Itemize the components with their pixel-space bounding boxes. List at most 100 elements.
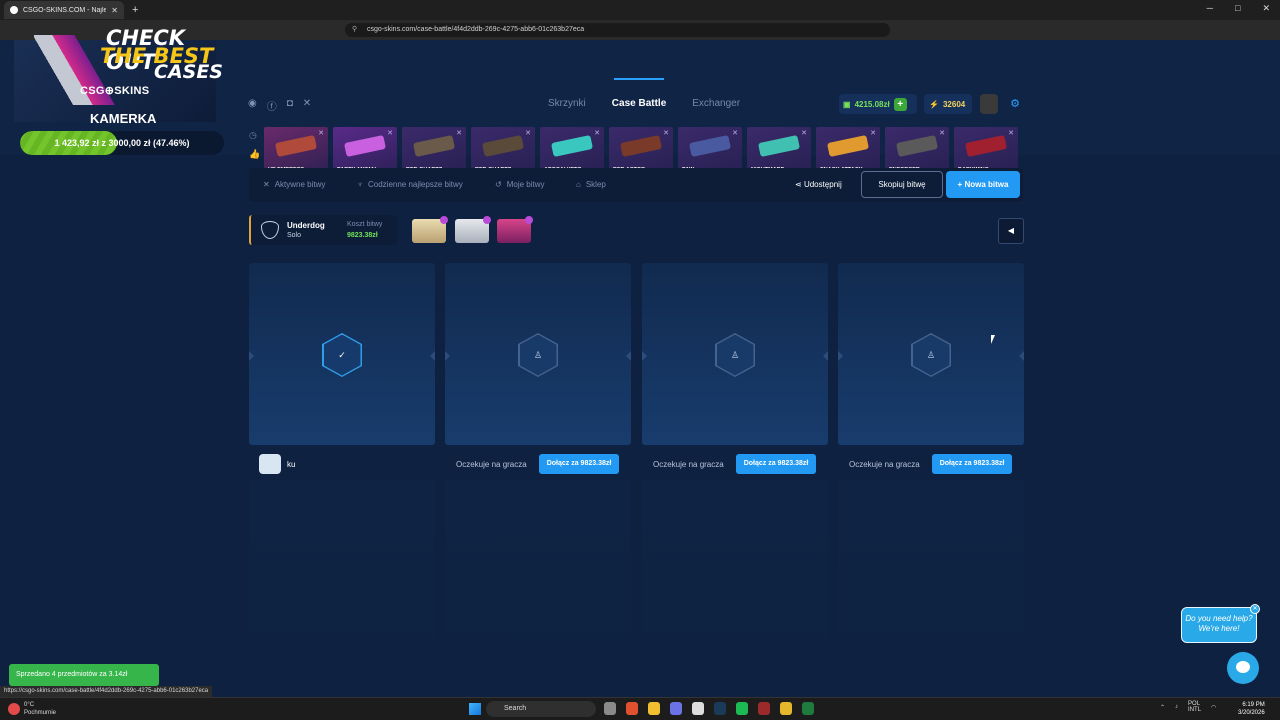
close-help-icon[interactable]: ✕ bbox=[1250, 604, 1260, 614]
site-favicon-icon bbox=[10, 6, 18, 14]
my-battles-link[interactable]: ↺ Moje bitwy bbox=[495, 180, 545, 189]
trophy-icon: ♆ bbox=[357, 180, 363, 189]
drop-type-icon: ✕ bbox=[318, 130, 324, 137]
basket-icon: ⌂ bbox=[576, 180, 581, 189]
join-battle-button[interactable]: Dołącz za 9823.38zł bbox=[539, 454, 619, 474]
nav-skrzynki[interactable]: Skrzynki bbox=[548, 98, 586, 109]
clock-date: 3/20/2026 bbox=[1238, 710, 1265, 716]
join-battle-button[interactable]: Dołącz za 9823.38zł bbox=[932, 454, 1012, 474]
balance-amount: 4215.08zł bbox=[854, 99, 890, 109]
excel-icon[interactable] bbox=[802, 702, 814, 715]
waiting-label: Oczekuje na gracza bbox=[849, 460, 920, 469]
case-thumbnail[interactable] bbox=[455, 216, 491, 243]
weapon-skin-image bbox=[481, 134, 525, 158]
settings-gear-icon[interactable]: ⚙ bbox=[1005, 94, 1025, 114]
slot-right-arrow bbox=[626, 351, 631, 361]
slot-left-arrow bbox=[642, 351, 647, 361]
active-battles-link[interactable]: ✕ Aktywne bitwy bbox=[263, 180, 325, 189]
taskbar-apps bbox=[604, 702, 814, 715]
underdog-shield-icon bbox=[261, 221, 279, 239]
thumbs-up-icon[interactable]: 👍 bbox=[249, 149, 260, 160]
nav-exchanger[interactable]: Exchanger bbox=[692, 98, 740, 109]
maximize-icon[interactable]: □ bbox=[1235, 3, 1240, 14]
weapon-skin-image bbox=[274, 134, 318, 158]
close-tab-icon[interactable]: ✕ bbox=[111, 6, 118, 15]
check-icon: ✓ bbox=[323, 334, 361, 376]
slot-right-arrow bbox=[823, 351, 828, 361]
battle-info: Underdog Solo Koszt bitwy 9823.38zł bbox=[249, 215, 397, 245]
copy-battle-button[interactable]: Skopiuj bitwę bbox=[861, 171, 943, 198]
chat-bubble-icon[interactable] bbox=[1227, 652, 1259, 684]
player-avatar[interactable] bbox=[259, 454, 281, 474]
window-controls: ─ □ ✕ bbox=[1207, 3, 1270, 14]
social-links: ◉ ⓕ ◘ ✕ bbox=[248, 98, 311, 113]
shop-link[interactable]: ⌂ Sklep bbox=[576, 180, 606, 189]
microphone-icon[interactable]: ♪ bbox=[1175, 704, 1178, 710]
wifi-icon[interactable]: ◠ bbox=[1211, 704, 1216, 711]
help-line-1: Do you need help? bbox=[1185, 614, 1253, 623]
daily-best-link[interactable]: ♆ Codzienne najlepsze bitwy bbox=[357, 180, 463, 189]
site-info-icon[interactable]: ⚲ bbox=[352, 23, 357, 37]
stream-title: KAMERKA bbox=[90, 111, 157, 126]
windows-start-icon[interactable] bbox=[469, 703, 481, 715]
shop-label: Sklep bbox=[585, 180, 606, 189]
battle-cost-label: Koszt bitwy bbox=[347, 221, 383, 228]
steam-icon[interactable] bbox=[714, 702, 726, 715]
help-bubble[interactable]: Do you need help? We're here! ✕ bbox=[1181, 604, 1260, 643]
player-bar-4: Oczekuje na gracza Dołącz za 9823.38zł bbox=[838, 450, 1024, 478]
site-logo[interactable]: CSG⊕SKINS bbox=[80, 84, 149, 97]
main-nav: Skrzynki Case Battle Exchanger bbox=[548, 78, 740, 109]
case-count-badge bbox=[483, 216, 491, 224]
site-header: CHECK OUT THE BEST CASES CSG⊕SKINS KAMER… bbox=[0, 26, 1280, 185]
language-indicator[interactable]: POL INTL bbox=[1188, 701, 1201, 713]
discord-icon[interactable]: ◉ bbox=[248, 98, 257, 113]
weather-widget[interactable]: 0°C Pochmurnie bbox=[8, 701, 56, 717]
nav-case-battle[interactable]: Case Battle bbox=[612, 78, 666, 109]
drop-type-icon: ✕ bbox=[939, 130, 945, 137]
taskbar-search[interactable]: Search bbox=[486, 701, 596, 717]
facebook-icon[interactable]: ⓕ bbox=[267, 98, 277, 113]
taskbar-clock[interactable]: 6:19 PM 3/20/2026 bbox=[1238, 701, 1265, 717]
minimize-icon[interactable]: ─ bbox=[1207, 3, 1213, 14]
new-battle-button[interactable]: + Nowa bitwa bbox=[946, 171, 1020, 198]
app-icon[interactable] bbox=[758, 702, 770, 715]
discord-app-icon[interactable] bbox=[670, 702, 682, 715]
balance-display[interactable]: ▣ 4215.08zł + bbox=[839, 94, 917, 114]
obs-icon[interactable] bbox=[692, 702, 704, 715]
promo-line-3: CASES bbox=[154, 61, 223, 83]
close-window-icon[interactable]: ✕ bbox=[1262, 3, 1270, 14]
lang-line-2: INTL bbox=[1188, 707, 1202, 713]
x-twitter-icon[interactable]: ✕ bbox=[303, 98, 311, 113]
browser-tab[interactable]: CSGO-SKINS.COM - Najlepsze... ✕ bbox=[4, 1, 124, 19]
task-view-icon[interactable] bbox=[604, 702, 616, 715]
url-field[interactable]: ⚲ csgo-skins.com/case-battle/4f4d2ddb-26… bbox=[345, 23, 890, 37]
sold-items-toast[interactable]: Sprzedano 4 przedmiotów za 3.14zł bbox=[9, 664, 159, 686]
instagram-icon[interactable]: ◘ bbox=[287, 98, 293, 113]
chrome-icon[interactable] bbox=[780, 702, 792, 715]
coins-display[interactable]: ⚡ 32604 bbox=[924, 94, 972, 114]
join-battle-button[interactable]: Dołącz za 9823.38zł bbox=[736, 454, 816, 474]
weather-icon bbox=[8, 703, 20, 715]
folder-icon[interactable] bbox=[648, 702, 660, 715]
tray-chevron-icon[interactable]: ⌃ bbox=[1160, 704, 1165, 711]
spotify-icon[interactable] bbox=[736, 702, 748, 715]
case-thumbnail[interactable] bbox=[497, 216, 533, 243]
player-bar-2: Oczekuje na gracza Dołącz za 9823.38zł bbox=[445, 450, 631, 478]
brave-icon[interactable] bbox=[626, 702, 638, 715]
user-avatar[interactable] bbox=[980, 94, 998, 114]
tab-title: CSGO-SKINS.COM - Najlepsze... bbox=[23, 6, 107, 14]
share-button[interactable]: ⋖ Udostępnij bbox=[795, 180, 842, 189]
url-text: csgo-skins.com/case-battle/4f4d2ddb-269c… bbox=[367, 26, 585, 33]
player-slot-3: ♙ bbox=[642, 263, 828, 445]
browser-tab-bar: CSGO-SKINS.COM - Najlepsze... ✕ + ─ □ ✕ bbox=[0, 0, 1280, 20]
case-thumbnail[interactable] bbox=[412, 216, 448, 243]
player-items-panel bbox=[445, 480, 631, 660]
empty-player-hexagon: ♙ bbox=[715, 333, 755, 377]
clock-icon[interactable]: ◷ bbox=[249, 130, 260, 141]
deposit-plus-icon[interactable]: + bbox=[893, 97, 907, 111]
collapse-cases-button[interactable]: ◀ bbox=[998, 218, 1024, 244]
mouse-cursor-icon bbox=[991, 335, 995, 344]
new-tab-button[interactable]: + bbox=[132, 4, 138, 16]
active-battles-label: Aktywne bitwy bbox=[274, 180, 326, 189]
coin-icon: ⚡ bbox=[929, 99, 939, 109]
